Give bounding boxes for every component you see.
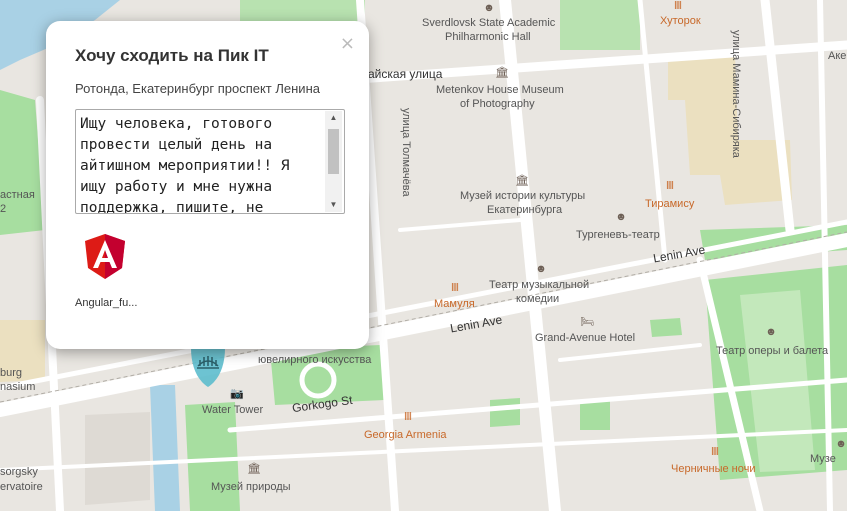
map-label-nasium: nasium bbox=[0, 381, 36, 393]
map-label-metenkov-2: of Photography bbox=[460, 98, 535, 110]
map-label-maiskaya-street: айская улица bbox=[368, 67, 443, 81]
scrollbar-thumb[interactable] bbox=[328, 129, 339, 174]
map-label-ake: Аке bbox=[828, 50, 847, 62]
restaurant-icon: 𝍬 bbox=[666, 180, 674, 192]
map-label-conservatoire: ervatoire bbox=[0, 481, 43, 493]
scroll-down-icon[interactable]: ▼ bbox=[325, 198, 342, 212]
event-popup: × Хочу сходить на Пик IT Ротонда, Екатер… bbox=[46, 21, 369, 349]
theatre-icon: ☻ bbox=[615, 211, 627, 223]
restaurant-icon: 𝍬 bbox=[451, 282, 459, 294]
map-label-mamulya: Мамуля bbox=[434, 298, 475, 310]
angular-file-icon[interactable] bbox=[84, 233, 126, 281]
map-label-musical-theatre-2: комедии bbox=[516, 293, 560, 305]
map-label-khutorok: Хуторок bbox=[660, 15, 701, 27]
map-label-musical-theatre-1: Театр музыкальной bbox=[489, 279, 590, 291]
description-textarea[interactable]: Ищу человека, готового провести целый де… bbox=[75, 109, 345, 214]
map-label-turgenev: Тургеневъ-театр bbox=[576, 229, 660, 241]
restaurant-icon: 𝍬 bbox=[404, 411, 412, 423]
hotel-icon: 🛏 bbox=[580, 316, 594, 328]
map-label-opera-theatre: Театр оперы и балета bbox=[716, 345, 829, 357]
theatre-icon: ☻ bbox=[835, 438, 847, 450]
restaurant-icon: 𝍬 bbox=[711, 446, 719, 458]
event-map-marker[interactable] bbox=[189, 344, 227, 388]
map-label-jewelry-museum: ювелирного искусства bbox=[258, 354, 372, 366]
museum-icon: 🏛 bbox=[515, 175, 529, 187]
textarea-scrollbar[interactable]: ▲ ▼ bbox=[325, 111, 342, 212]
map-label-history-museum-2: Екатеринбурга bbox=[487, 204, 563, 216]
map-label-mamina-street: улица Мамина-Сибиряка bbox=[730, 30, 742, 158]
popup-title: Хочу сходить на Пик IT bbox=[75, 46, 269, 65]
map-label-tolmacheva-street: улица Толмачёва bbox=[400, 108, 412, 197]
scroll-up-icon[interactable]: ▲ bbox=[325, 111, 342, 125]
map-label-nature-museum: Музей природы bbox=[211, 481, 291, 493]
map-label-museum-right: Музе bbox=[810, 453, 836, 465]
map-label-philharmonic-2: Philharmonic Hall bbox=[445, 31, 531, 43]
map-label-history-museum-1: Музей истории культуры bbox=[460, 190, 586, 202]
camera-icon: 📷 bbox=[230, 388, 244, 400]
theatre-icon: ☻ bbox=[483, 2, 495, 14]
restaurant-icon: 𝍬 bbox=[674, 0, 682, 12]
close-icon[interactable]: × bbox=[340, 33, 355, 54]
map-label-chernichnye-nochi: Черничные ночи bbox=[671, 463, 756, 475]
map-label-grand-avenue: Grand-Avenue Hotel bbox=[535, 332, 636, 344]
map-label-burg: burg bbox=[0, 367, 23, 379]
map-label-philharmonic-1: Sverdlovsk State Academic bbox=[422, 17, 556, 29]
map-label-mussorgsky: sorgsky bbox=[0, 466, 38, 478]
map-label-water-tower: Water Tower bbox=[202, 404, 264, 416]
theatre-icon: ☻ bbox=[535, 263, 547, 275]
map-label-tiramisu: Тирамису bbox=[645, 198, 695, 210]
attachment-file-name[interactable]: Angular_fu... bbox=[75, 297, 137, 309]
popup-address: Ротонда, Екатеринбург проспект Ленина bbox=[75, 81, 320, 96]
museum-icon: 🏛 bbox=[247, 463, 261, 475]
map-label-two: 2 bbox=[0, 203, 7, 215]
map-label-astnaya: астная bbox=[0, 189, 35, 201]
map-label-georgia-armenia: Georgia Armenia bbox=[364, 429, 447, 441]
museum-icon: 🏛 bbox=[495, 67, 509, 79]
map-label-metenkov-1: Metenkov House Museum bbox=[436, 84, 564, 96]
theatre-icon: ☻ bbox=[765, 326, 777, 338]
